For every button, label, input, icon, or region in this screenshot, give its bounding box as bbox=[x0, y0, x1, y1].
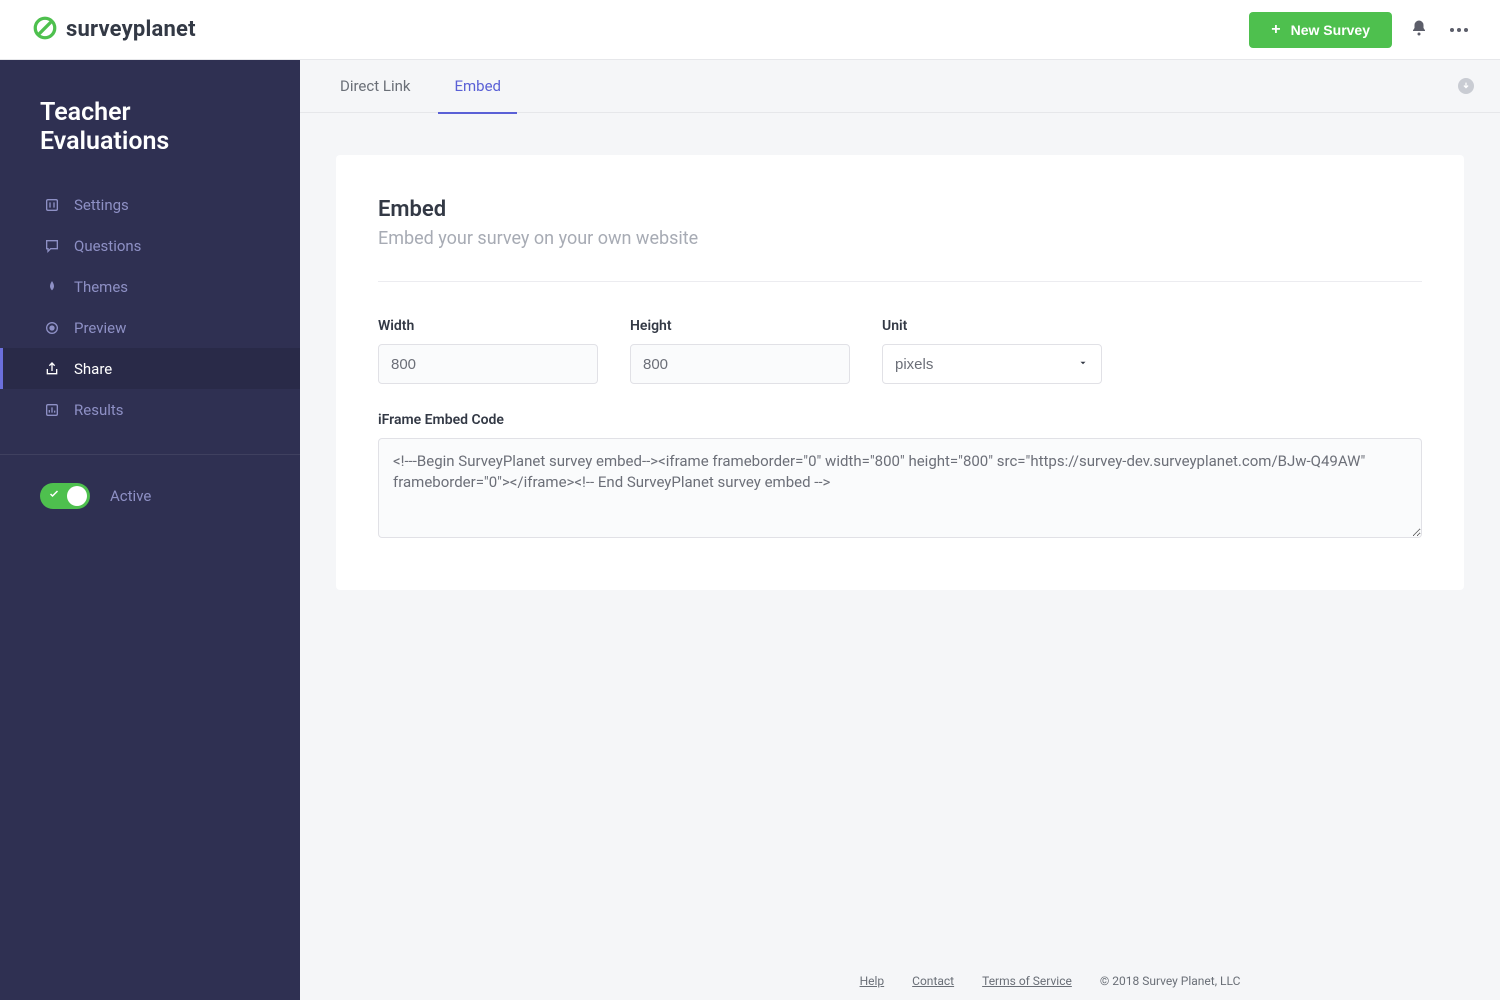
questions-icon bbox=[44, 238, 60, 254]
height-label: Height bbox=[630, 318, 850, 334]
brand: surveyplanet bbox=[32, 15, 196, 45]
panel-title: Embed bbox=[378, 197, 1422, 222]
settings-icon bbox=[44, 197, 60, 213]
new-survey-button[interactable]: + New Survey bbox=[1249, 12, 1392, 48]
width-input[interactable] bbox=[378, 344, 598, 384]
tab-label: Direct Link bbox=[340, 77, 410, 95]
dimension-row: Width Height Unit bbox=[378, 318, 1422, 384]
unit-label: Unit bbox=[882, 318, 1102, 334]
survey-title: Teacher Evaluations bbox=[0, 60, 300, 184]
footer-link-help[interactable]: Help bbox=[860, 974, 885, 988]
plus-icon: + bbox=[1271, 21, 1280, 39]
footer-link-tos[interactable]: Terms of Service bbox=[982, 974, 1072, 988]
subtabs: Direct Link Embed bbox=[300, 60, 1500, 113]
panel-divider bbox=[378, 281, 1422, 282]
width-field-wrap: Width bbox=[378, 318, 598, 384]
unit-select[interactable] bbox=[882, 344, 1102, 384]
sidebar-item-label: Preview bbox=[74, 319, 126, 337]
brand-name: surveyplanet bbox=[66, 17, 196, 42]
share-icon bbox=[44, 361, 60, 377]
tab-embed[interactable]: Embed bbox=[450, 60, 505, 113]
sidebar-item-share[interactable]: Share bbox=[0, 348, 300, 389]
status-label: Active bbox=[110, 487, 151, 505]
unit-field-wrap: Unit bbox=[882, 318, 1102, 384]
sidebar-item-label: Questions bbox=[74, 237, 141, 255]
unit-input[interactable] bbox=[882, 344, 1102, 384]
code-label: iFrame Embed Code bbox=[378, 412, 1422, 428]
tab-label: Embed bbox=[454, 77, 501, 95]
panel-subtitle: Embed your survey on your own website bbox=[378, 228, 1422, 249]
download-icon[interactable] bbox=[1458, 78, 1474, 94]
sidebar-item-label: Results bbox=[74, 401, 124, 419]
tab-direct-link[interactable]: Direct Link bbox=[336, 60, 414, 113]
width-label: Width bbox=[378, 318, 598, 334]
results-icon bbox=[44, 402, 60, 418]
active-toggle[interactable] bbox=[40, 483, 90, 509]
new-survey-label: New Survey bbox=[1291, 22, 1370, 38]
embed-code-textarea[interactable] bbox=[378, 438, 1422, 538]
sidebar: Teacher Evaluations Settings Questions T… bbox=[0, 60, 300, 1000]
footer: Help Contact Terms of Service © 2018 Sur… bbox=[600, 974, 1500, 988]
brand-logo-icon bbox=[32, 15, 58, 45]
sidebar-nav: Settings Questions Themes Preview Share bbox=[0, 184, 300, 430]
sidebar-item-label: Settings bbox=[74, 196, 129, 214]
footer-copyright: © 2018 Survey Planet, LLC bbox=[1100, 974, 1241, 988]
more-icon[interactable] bbox=[1446, 24, 1472, 36]
check-icon bbox=[48, 488, 60, 504]
sidebar-item-questions[interactable]: Questions bbox=[0, 225, 300, 266]
main: Direct Link Embed Embed Embed your surve… bbox=[300, 60, 1500, 1000]
height-input[interactable] bbox=[630, 344, 850, 384]
sidebar-item-settings[interactable]: Settings bbox=[0, 184, 300, 225]
preview-icon bbox=[44, 320, 60, 336]
footer-link-contact[interactable]: Contact bbox=[912, 974, 954, 988]
sidebar-item-label: Share bbox=[74, 360, 112, 378]
height-field-wrap: Height bbox=[630, 318, 850, 384]
sidebar-item-label: Themes bbox=[74, 278, 128, 296]
sidebar-item-preview[interactable]: Preview bbox=[0, 307, 300, 348]
embed-panel: Embed Embed your survey on your own webs… bbox=[336, 155, 1464, 590]
status-row: Active bbox=[0, 455, 300, 537]
sidebar-item-themes[interactable]: Themes bbox=[0, 266, 300, 307]
themes-icon bbox=[44, 279, 60, 295]
notification-icon[interactable] bbox=[1410, 19, 1428, 41]
sidebar-item-results[interactable]: Results bbox=[0, 389, 300, 430]
topbar: surveyplanet + New Survey bbox=[0, 0, 1500, 60]
topbar-right: + New Survey bbox=[1249, 12, 1472, 48]
